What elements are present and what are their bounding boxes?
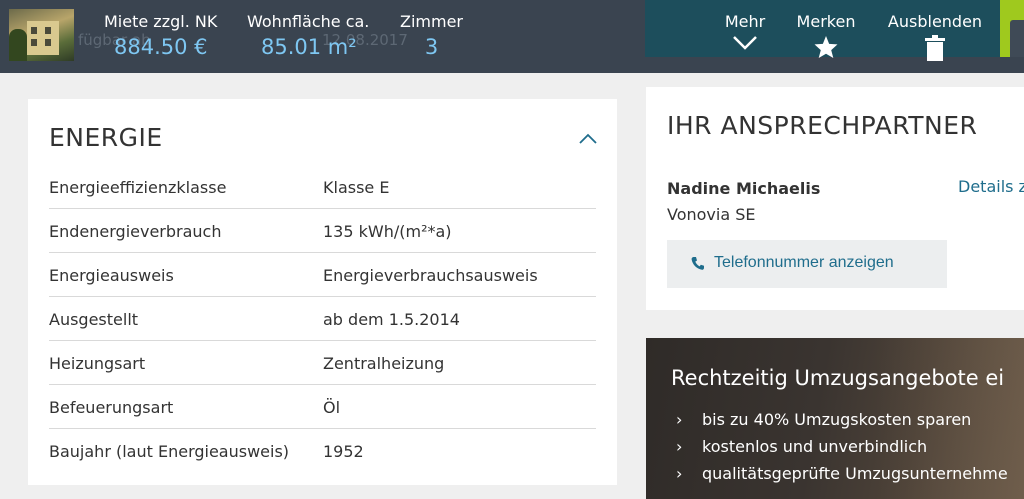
trash-icon: [925, 35, 945, 61]
stat-area-label: Wohnfläche ca.: [247, 12, 370, 31]
listing-thumbnail[interactable]: [9, 9, 74, 61]
energy-section: ENERGIE Energieeffizienzklasse Klasse E …: [28, 99, 617, 485]
energy-row-key: Heizungsart: [49, 354, 146, 373]
contact-title: IHR ANSPRECHPARTNER: [667, 111, 978, 140]
contact-cta-button[interactable]: [1000, 0, 1024, 57]
hide-button[interactable]: Ausblenden: [885, 12, 985, 61]
energy-row: Energieausweis Energieverbrauchsausweis: [49, 253, 596, 297]
hide-label: Ausblenden: [887, 12, 983, 31]
energy-row-key: Endenergieverbrauch: [49, 222, 222, 241]
stat-rent-value: 884.50 €: [114, 35, 208, 59]
stat-rent-label: Miete zzgl. NK: [104, 12, 218, 31]
stat-rooms-value: 3: [424, 35, 439, 59]
action-bar: Mehr Merken Ausblenden: [645, 0, 1000, 61]
energy-row-key: Energieeffizienzklasse: [49, 178, 227, 197]
stat-rent: Miete zzgl. NK 884.50 €: [104, 12, 217, 59]
contact-name: Nadine Michaelis: [667, 179, 821, 198]
chevron-down-icon: [733, 36, 757, 50]
chevron-right-icon: ›: [676, 410, 683, 429]
contact-company: Vonovia SE: [667, 205, 756, 224]
promo-list-item: › bis zu 40% Umzugskosten sparen: [676, 410, 972, 429]
phone-icon: [691, 257, 704, 270]
stat-area-value: 85.01 m²: [261, 35, 357, 59]
show-phone-button[interactable]: Telefonnummer anzeigen: [667, 240, 947, 288]
promo-title: Rechtzeitig Umzugsangebote ei: [671, 366, 1005, 390]
energy-row-value: Klasse E: [323, 178, 390, 197]
promo-list-item: › qualitätsgeprüfte Umzugsunternehme: [676, 464, 1008, 483]
energy-row: Energieeffizienzklasse Klasse E: [49, 165, 596, 209]
stat-rooms-label: Zimmer: [400, 12, 463, 31]
bookmark-label: Merken: [796, 12, 856, 31]
promo-list-item: › kostenlos und unverbindlich: [676, 437, 928, 456]
energy-row-key: Energieausweis: [49, 266, 174, 285]
energy-row: Endenergieverbrauch 135 kWh/(m²*a): [49, 209, 596, 253]
energy-row-key: Befeuerungsart: [49, 398, 174, 417]
chevron-right-icon: ›: [676, 464, 683, 483]
more-button[interactable]: Mehr: [723, 12, 767, 51]
contact-details-link[interactable]: Details z: [958, 177, 1024, 196]
energy-row-value: 1952: [323, 442, 364, 461]
energy-row-value: Öl: [323, 398, 341, 417]
moving-offers-banner[interactable]: Rechtzeitig Umzugsangebote ei › bis zu 40…: [646, 338, 1024, 499]
contact-section: IHR ANSPRECHPARTNER Nadine Michaelis Von…: [646, 87, 1024, 310]
stat-rooms: Zimmer 3: [400, 12, 463, 59]
energy-row-value: 135 kWh/(m²*a): [323, 222, 452, 241]
energy-row: Ausgestellt ab dem 1.5.2014: [49, 297, 596, 341]
energy-row-key: Ausgestellt: [49, 310, 139, 329]
energy-row: Baujahr (laut Energieausweis) 1952: [49, 429, 596, 473]
energy-row-key: Baujahr (laut Energieausweis): [49, 442, 290, 461]
energy-row-value: Zentralheizung: [323, 354, 445, 373]
energy-row: Befeuerungsart Öl: [49, 385, 596, 429]
energy-row-value: Energieverbrauchsausweis: [323, 266, 538, 285]
bookmark-button[interactable]: Merken: [794, 12, 858, 59]
show-phone-label: Telefonnummer anzeigen: [714, 254, 894, 271]
more-label: Mehr: [724, 12, 766, 31]
stat-area: Wohnfläche ca. 85.01 m²: [247, 12, 369, 59]
chevron-right-icon: ›: [676, 437, 683, 456]
sticky-header: fügbar ab 12.08.2017 Miete zzgl. NK 884.…: [0, 0, 1024, 73]
chevron-up-icon[interactable]: [579, 133, 597, 144]
energy-title: ENERGIE: [49, 123, 163, 152]
energy-row: Heizungsart Zentralheizung: [49, 341, 596, 385]
energy-row-value: ab dem 1.5.2014: [323, 310, 460, 329]
star-icon: [814, 36, 838, 58]
